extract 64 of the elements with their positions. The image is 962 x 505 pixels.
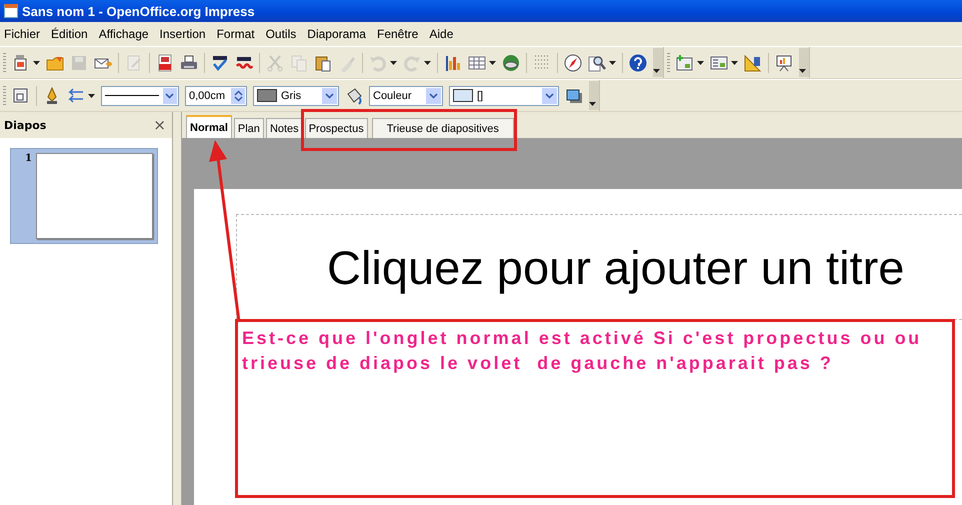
view-tab[interactable]: Trieuse de diapositives [372, 118, 514, 138]
help-icon[interactable] [629, 54, 647, 72]
caret-icon[interactable] [799, 69, 806, 73]
toolbar-grip[interactable] [667, 52, 670, 72]
pdf-icon[interactable] [156, 54, 174, 72]
annotation-text: Est-ce que l'onglet normal est activé Si c'est propectus ou ou trieuse de diapos le volet de gauche n'apparait pas ? [242, 327, 923, 375]
clipboard-icon[interactable] [314, 54, 332, 72]
dot-grid-icon[interactable] [533, 54, 551, 72]
view-tab[interactable]: Prospectus [304, 118, 368, 138]
window-title: Sans nom 1 - OpenOffice.org Impress [22, 4, 255, 18]
slide-layout-icon[interactable] [710, 54, 728, 72]
table-icon[interactable] [468, 54, 486, 72]
caret-icon[interactable] [33, 60, 40, 64]
chevron-down-icon[interactable] [429, 92, 438, 98]
chevron-down-icon[interactable] [165, 92, 174, 98]
toolbar-grip[interactable] [3, 86, 6, 106]
toolbar-overflow-button[interactable] [589, 81, 599, 110]
printer-icon[interactable] [180, 54, 198, 72]
area-style-dropdown[interactable]: Couleur [369, 86, 443, 106]
caret-icon[interactable] [489, 60, 496, 64]
area-fill-dropdown[interactable]: [] [449, 86, 559, 106]
caret-icon[interactable] [731, 60, 738, 64]
caret-icon[interactable] [653, 69, 660, 73]
menu-item[interactable]: Édition [51, 27, 88, 41]
slide-thumbnail[interactable]: 1 [10, 148, 158, 244]
line-style-dropdown[interactable] [101, 86, 179, 106]
menu-item[interactable]: Fichier [4, 27, 40, 41]
menu-item[interactable]: Diaporama [307, 27, 366, 41]
caret-icon[interactable] [88, 94, 95, 98]
magnifier-icon[interactable] [588, 54, 606, 72]
chevron-down-icon[interactable] [545, 92, 554, 98]
presentation-icon[interactable] [775, 54, 793, 72]
panel-title: Diapos [4, 118, 46, 132]
menu-item[interactable]: Fenêtre [376, 27, 418, 41]
toolbar-overflow-button[interactable] [653, 48, 663, 77]
view-tab[interactable]: Normal [186, 115, 232, 138]
menu-item[interactable]: Outils [266, 27, 296, 41]
compass-icon[interactable] [564, 54, 582, 72]
menu-item[interactable]: Aide [429, 27, 454, 41]
arrows-icon[interactable] [67, 86, 85, 104]
globe-icon[interactable] [502, 54, 520, 72]
frame-icon[interactable] [12, 86, 30, 104]
close-button[interactable]: × [153, 116, 166, 134]
menu-item[interactable]: Insertion [160, 27, 206, 41]
menu-item[interactable]: Format [216, 27, 255, 41]
line-width-field[interactable]: 0,00cm [185, 86, 247, 106]
ruler-triangle-icon[interactable] [744, 54, 762, 72]
toolbar-overflow-button[interactable] [799, 48, 809, 77]
caret-icon[interactable] [589, 102, 596, 106]
bar-chart-icon[interactable] [444, 54, 462, 72]
toolbar-grip[interactable] [3, 52, 6, 72]
chevron-down-icon[interactable] [325, 92, 334, 98]
view-tab[interactable]: Notes [266, 118, 303, 138]
paint-bucket-icon[interactable] [345, 86, 363, 104]
caret-icon[interactable] [697, 60, 704, 64]
app-icon [4, 4, 18, 18]
line-color-dropdown[interactable]: Gris [253, 86, 339, 106]
spin-arrows-icon[interactable] [234, 90, 242, 102]
view-tab[interactable]: Plan [234, 118, 264, 138]
caret-icon[interactable] [609, 60, 616, 64]
shadow-box-icon[interactable] [565, 86, 583, 104]
new-slide-icon[interactable] [676, 54, 694, 72]
menu-item[interactable]: Affichage [98, 27, 149, 41]
spellcheck-icon[interactable] [211, 54, 229, 72]
